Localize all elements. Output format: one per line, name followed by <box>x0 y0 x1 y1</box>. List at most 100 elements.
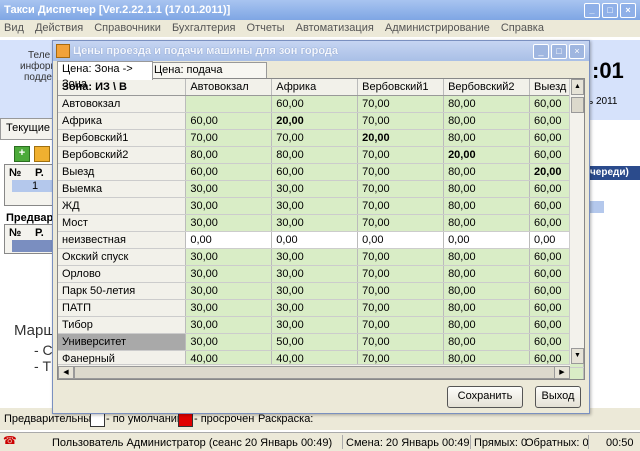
scroll-down-icon[interactable]: ▼ <box>571 348 584 364</box>
grid-horizontal-scrollbar[interactable]: ◀ ▶ <box>58 364 570 379</box>
tab-car-delivery[interactable]: Цена: подача машины <box>149 62 267 91</box>
price-cell[interactable]: 0,00 <box>271 231 359 249</box>
scroll-thumb[interactable] <box>571 97 584 113</box>
price-cell[interactable]: 30,00 <box>185 333 273 351</box>
price-cell[interactable]: 80,00 <box>443 180 531 198</box>
price-cell[interactable]: 30,00 <box>271 248 359 266</box>
price-cell[interactable]: 30,00 <box>271 265 359 283</box>
price-cell[interactable]: 30,00 <box>185 282 273 300</box>
price-cell[interactable]: 30,00 <box>271 180 359 198</box>
price-cell[interactable]: 30,00 <box>185 197 273 215</box>
edit-order-button[interactable] <box>34 146 50 162</box>
row-zone-label[interactable]: неизвестная <box>58 231 187 249</box>
row-zone-label[interactable]: Мост <box>58 214 187 232</box>
price-cell[interactable]: 60,00 <box>271 95 359 113</box>
price-cell[interactable]: 80,00 <box>443 112 531 130</box>
price-cell[interactable]: 30,00 <box>271 197 359 215</box>
minimize-icon[interactable]: _ <box>584 3 600 18</box>
maximize-icon[interactable]: □ <box>602 3 618 18</box>
price-cell[interactable]: 70,00 <box>357 197 445 215</box>
price-cell[interactable]: 70,00 <box>357 333 445 351</box>
price-cell[interactable]: 80,00 <box>271 146 359 164</box>
price-cell[interactable]: 80,00 <box>443 316 531 334</box>
grid-row[interactable]: неизвестная 0,00 0,00 0,00 0,00 0,00 <box>58 231 584 249</box>
grid-row[interactable]: Африка 60,00 20,00 70,00 80,00 60,00 <box>58 112 584 130</box>
price-cell[interactable]: 30,00 <box>185 316 273 334</box>
row-zone-label[interactable]: Вербовский1 <box>58 129 187 147</box>
grid-row[interactable]: Мост 30,00 30,00 70,00 80,00 60,00 <box>58 214 584 232</box>
price-cell[interactable]: 80,00 <box>443 282 531 300</box>
row-zone-label[interactable]: Выемка <box>58 180 187 198</box>
hscroll-thumb[interactable] <box>74 366 556 379</box>
price-cell[interactable]: 80,00 <box>443 163 531 181</box>
column-header[interactable]: Вербовский2 <box>443 79 531 96</box>
close-icon[interactable]: × <box>620 3 636 18</box>
price-cell[interactable]: 20,00 <box>357 129 445 147</box>
price-cell[interactable]: 50,00 <box>271 333 359 351</box>
queue-selected-cell[interactable] <box>590 201 604 213</box>
grid-vertical-scrollbar[interactable]: ▲ ▼ <box>569 79 584 364</box>
price-cell[interactable]: 80,00 <box>443 333 531 351</box>
menu-reports[interactable]: Отчеты <box>243 20 289 36</box>
price-cell[interactable] <box>185 95 273 113</box>
preliminary-grid-selected-row[interactable] <box>12 240 54 252</box>
menu-references[interactable]: Справочники <box>90 20 165 36</box>
grid-row[interactable]: Автовокзал 60,00 70,00 80,00 60,00 <box>58 95 584 113</box>
price-cell[interactable]: 70,00 <box>357 146 445 164</box>
price-cell[interactable]: 80,00 <box>443 214 531 232</box>
menu-administration[interactable]: Администрирование <box>381 20 494 36</box>
price-cell[interactable]: 30,00 <box>271 282 359 300</box>
menu-view[interactable]: Вид <box>0 20 28 36</box>
scroll-left-icon[interactable]: ◀ <box>58 366 74 379</box>
price-cell[interactable]: 60,00 <box>185 112 273 130</box>
grid-row[interactable]: Тибор 30,00 30,00 70,00 80,00 60,00 <box>58 316 584 334</box>
grid-row[interactable]: Парк 50-летия 30,00 30,00 70,00 80,00 60,00 <box>58 282 584 300</box>
price-cell[interactable]: 20,00 <box>443 146 531 164</box>
grid-row[interactable]: Орлово 30,00 30,00 70,00 80,00 60,00 <box>58 265 584 283</box>
grid-row[interactable]: Вербовский1 70,00 70,00 20,00 80,00 60,00 <box>58 129 584 147</box>
tab-zone-to-zone[interactable]: Цена: Зона -> Зона <box>57 61 153 90</box>
price-cell[interactable]: 80,00 <box>443 265 531 283</box>
price-cell[interactable]: 80,00 <box>443 299 531 317</box>
row-zone-label[interactable]: Тибор <box>58 316 187 334</box>
save-button[interactable]: Сохранить <box>447 386 523 408</box>
price-cell[interactable]: 70,00 <box>357 214 445 232</box>
grid-row[interactable]: Университет 30,00 50,00 70,00 80,00 60,00 <box>58 333 584 351</box>
scroll-right-icon[interactable]: ▶ <box>554 366 570 379</box>
price-cell[interactable]: 80,00 <box>443 248 531 266</box>
row-zone-label[interactable]: ПАТП <box>58 299 187 317</box>
column-header[interactable]: Вербовский1 <box>357 79 445 96</box>
price-cell[interactable]: 70,00 <box>357 282 445 300</box>
orders-grid-selected-row[interactable]: 1 <box>12 180 54 192</box>
row-zone-label[interactable]: Вербовский2 <box>58 146 187 164</box>
column-header[interactable]: Африка <box>271 79 359 96</box>
price-cell[interactable]: 70,00 <box>357 316 445 334</box>
price-cell[interactable]: 30,00 <box>271 214 359 232</box>
grid-row[interactable]: ЖД 30,00 30,00 70,00 80,00 60,00 <box>58 197 584 215</box>
price-cell[interactable]: 20,00 <box>271 112 359 130</box>
row-zone-label[interactable]: Университет <box>58 333 187 351</box>
price-cell[interactable]: 30,00 <box>185 299 273 317</box>
price-cell[interactable]: 70,00 <box>357 180 445 198</box>
price-cell[interactable]: 70,00 <box>357 299 445 317</box>
menu-help[interactable]: Справка <box>497 20 548 36</box>
legend-default-swatch[interactable] <box>90 412 105 427</box>
price-cell[interactable]: 60,00 <box>271 163 359 181</box>
price-cell[interactable]: 80,00 <box>443 197 531 215</box>
price-cell[interactable]: 0,00 <box>357 231 445 249</box>
row-zone-label[interactable]: Автовокзал <box>58 95 187 113</box>
grid-row[interactable]: Вербовский2 80,00 80,00 70,00 20,00 60,00 <box>58 146 584 164</box>
row-zone-label[interactable]: Парк 50-летия <box>58 282 187 300</box>
grid-row[interactable]: Окский спуск 30,00 30,00 70,00 80,00 60,00 <box>58 248 584 266</box>
scroll-up-icon[interactable]: ▲ <box>571 79 584 95</box>
price-cell[interactable]: 0,00 <box>185 231 273 249</box>
grid-row[interactable]: Выемка 30,00 30,00 70,00 80,00 60,00 <box>58 180 584 198</box>
price-cell[interactable]: 60,00 <box>185 163 273 181</box>
price-cell[interactable]: 30,00 <box>185 265 273 283</box>
row-zone-label[interactable]: Окский спуск <box>58 248 187 266</box>
dialog-close-icon[interactable]: × <box>569 44 585 59</box>
price-cell[interactable]: 70,00 <box>357 95 445 113</box>
price-cell[interactable]: 30,00 <box>185 180 273 198</box>
price-cell[interactable]: 80,00 <box>185 146 273 164</box>
column-header[interactable]: Автовокзал <box>185 79 273 96</box>
